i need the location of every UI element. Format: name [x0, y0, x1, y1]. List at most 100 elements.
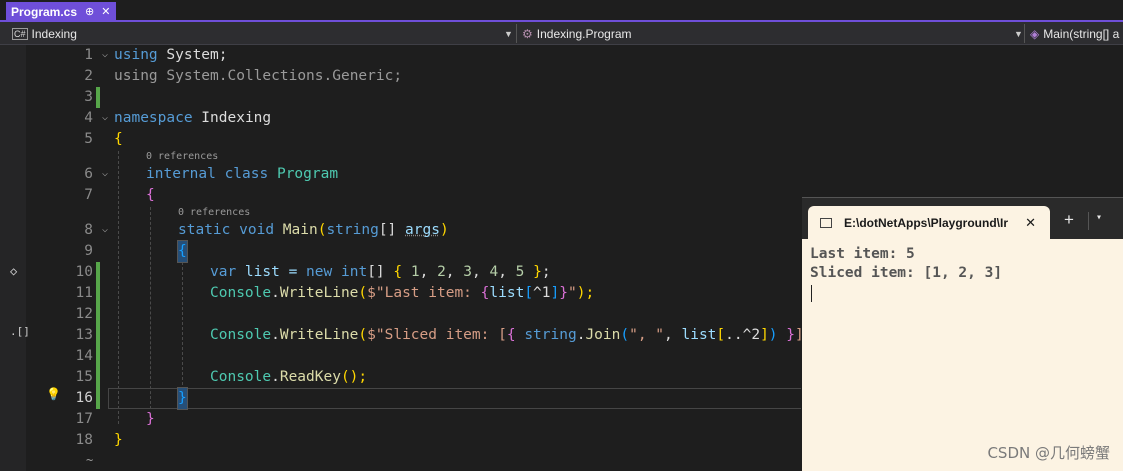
document-tab-program-cs[interactable]: Program.cs ⊕ ✕: [6, 2, 116, 21]
collapse-chevron-icon[interactable]: ⌵: [102, 169, 108, 179]
current-line-highlight: [108, 388, 803, 409]
close-icon[interactable]: ✕: [1025, 215, 1036, 231]
keyword: namespace: [114, 110, 193, 126]
keyword: class: [224, 166, 269, 182]
keyword: internal: [146, 166, 216, 182]
keyword: new: [306, 264, 333, 280]
change-marker: [96, 262, 100, 283]
line-number: 9: [84, 243, 93, 259]
brace-match: {: [177, 240, 188, 263]
punctuation: []: [367, 264, 394, 280]
paren: ): [768, 327, 787, 343]
code-line: 1 ⌵ using System;: [0, 45, 1123, 66]
brace: {: [506, 327, 516, 343]
member-label: Main(string[] a: [1043, 26, 1120, 41]
line-number: 5: [84, 131, 93, 147]
line-number: 12: [75, 306, 93, 322]
change-marker: [96, 283, 100, 304]
terminal-window[interactable]: E:\dotNetApps\Playground\Ir ✕ + ▾ Last i…: [801, 197, 1123, 471]
divider: [1088, 212, 1089, 230]
brace: }: [146, 411, 155, 427]
change-marker: [96, 367, 100, 388]
collapse-chevron-icon[interactable]: ⌵: [102, 225, 108, 235]
range: ..^2: [725, 327, 761, 343]
terminal-icon: [820, 218, 832, 228]
unused-using: using System.Collections.Generic;: [114, 68, 403, 84]
type-label: Indexing.Program: [536, 26, 632, 41]
project-dropdown[interactable]: C# Indexing ▼: [12, 25, 513, 42]
punctuation: ,: [498, 264, 516, 280]
code-line: 5 {: [0, 129, 1123, 150]
line-number: 3: [84, 89, 93, 105]
keyword: string: [326, 222, 379, 238]
line-number: 15: [75, 369, 93, 385]
tab-title: Program.cs: [11, 4, 78, 19]
number: 4: [489, 264, 499, 280]
keyword: static: [178, 222, 231, 238]
brace: }: [559, 285, 568, 301]
identifier: list =: [236, 264, 307, 280]
brace: }: [786, 327, 795, 343]
line-number: 2: [84, 68, 93, 84]
paren: (: [358, 327, 368, 343]
method-name: Join: [585, 327, 621, 343]
codelens-references[interactable]: 0 references: [178, 207, 250, 218]
method-name: ReadKey: [279, 369, 341, 385]
end-of-file-marker: ~: [86, 453, 94, 467]
line-number: 13: [75, 327, 93, 343]
type-name: Program: [276, 166, 339, 182]
csharp-project-icon: C#: [12, 27, 28, 40]
terminal-tab[interactable]: E:\dotNetApps\Playground\Ir ✕: [808, 206, 1050, 240]
type-name: Console: [210, 285, 272, 301]
chevron-down-icon[interactable]: ▾: [1096, 212, 1102, 223]
punctuation: ;: [541, 264, 551, 280]
paren: ();: [340, 369, 368, 385]
change-marker: [96, 87, 100, 108]
output-line: Last item: 5: [810, 246, 915, 262]
member-dropdown[interactable]: ◈ Main(string[] a: [1030, 25, 1123, 42]
brace: }: [114, 432, 123, 448]
paren: (: [358, 285, 368, 301]
class-icon: ⚙: [522, 26, 533, 41]
string: ": [567, 285, 577, 301]
line-number: 7: [84, 187, 93, 203]
chevron-down-icon: ▼: [1014, 28, 1023, 39]
output-line: Sliced item: [1, 2, 3]: [810, 265, 1003, 281]
collapse-chevron-icon[interactable]: ⌵: [102, 113, 108, 123]
pin-icon[interactable]: ⊕: [85, 5, 94, 18]
method-name: WriteLine: [279, 285, 359, 301]
punctuation: .: [271, 285, 280, 301]
brace: }: [533, 264, 542, 280]
punctuation: .: [271, 327, 280, 343]
type-name: Console: [210, 369, 272, 385]
terminal-tab-bar: E:\dotNetApps\Playground\Ir ✕ + ▾: [802, 197, 1123, 240]
brace-match: }: [177, 387, 188, 410]
keyword: int: [340, 264, 368, 280]
change-marker: [96, 304, 100, 325]
method-icon: ◈: [1030, 26, 1040, 41]
bracket: ]: [550, 285, 560, 301]
navigation-bar: C# Indexing ▼ ⚙ Indexing.Program ▼ ◈ Mai…: [0, 22, 1123, 45]
method-name: Main: [282, 222, 318, 238]
code-line: 2 using System.Collections.Generic;: [0, 66, 1123, 87]
collapse-chevron-icon[interactable]: ⌵: [102, 50, 108, 60]
document-tab-strip: Program.cs ⊕ ✕: [0, 0, 1123, 22]
type-name: Console: [210, 327, 272, 343]
identifier: System;: [157, 47, 228, 63]
keyword: using: [114, 47, 158, 63]
close-icon[interactable]: ✕: [101, 5, 110, 18]
terminal-output: Last item: 5 Sliced item: [1, 2, 3]: [810, 245, 1002, 283]
identifier: list: [489, 285, 525, 301]
punctuation: []: [378, 222, 406, 238]
bracket: [: [716, 327, 726, 343]
change-marker: [96, 325, 100, 346]
new-tab-plus-icon[interactable]: +: [1064, 210, 1074, 230]
type-dropdown[interactable]: ⚙ Indexing.Program ▼: [522, 25, 1023, 42]
bracket: [: [524, 285, 534, 301]
codelens-references[interactable]: 0 references: [146, 151, 218, 162]
punctuation: ,: [664, 327, 682, 343]
